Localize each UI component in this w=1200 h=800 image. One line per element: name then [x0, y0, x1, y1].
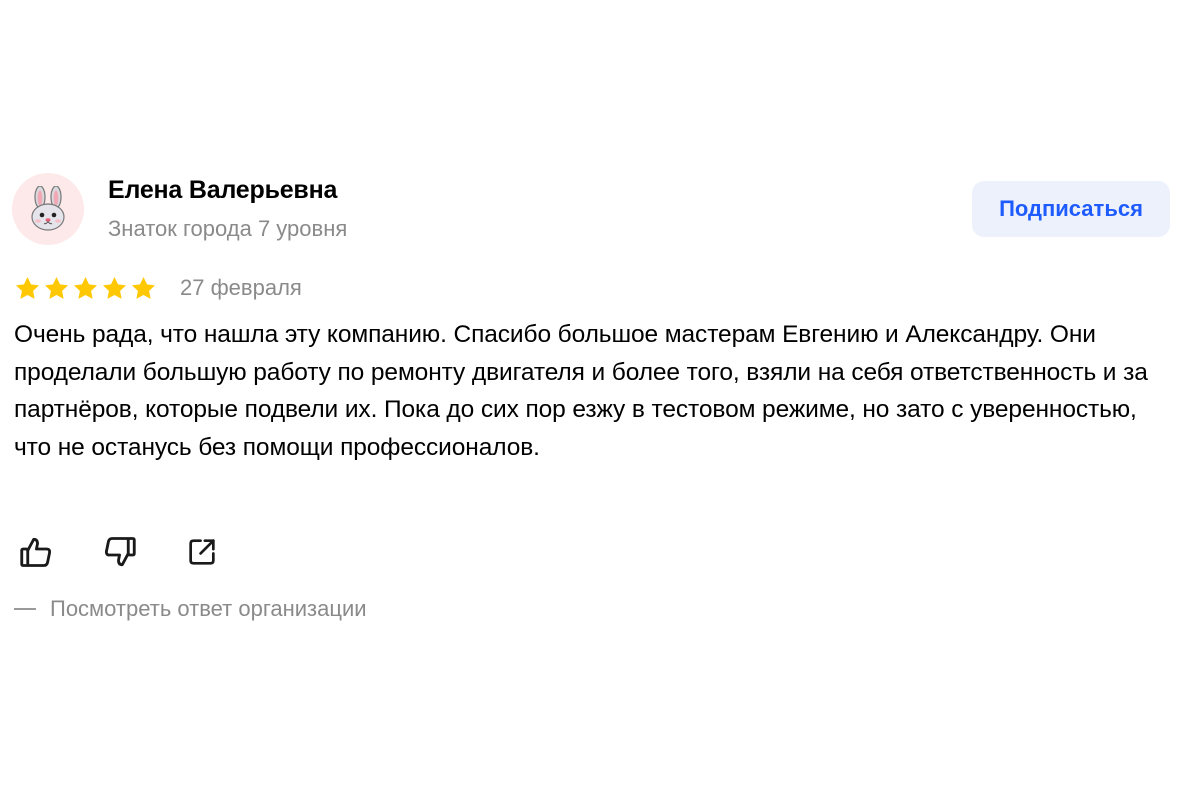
- thumbs-down-icon: [104, 537, 136, 567]
- review-date: 27 февраля: [180, 275, 302, 300]
- author-name[interactable]: Елена Валерьевна: [108, 176, 337, 205]
- star-rating: [14, 273, 157, 303]
- star-icon: [74, 276, 97, 299]
- dislike-button[interactable]: [98, 530, 142, 574]
- avatar[interactable]: [12, 173, 84, 245]
- subscribe-button[interactable]: Подписаться: [972, 181, 1170, 237]
- dash-divider: [14, 608, 36, 610]
- star-icon: [132, 276, 155, 299]
- star-icon: [16, 276, 39, 299]
- review-card: Елена Валерьевна Знаток города 7 уровня …: [0, 0, 1200, 800]
- author-level: Знаток города 7 уровня: [108, 216, 348, 241]
- share-icon: [189, 539, 215, 565]
- like-button[interactable]: [14, 530, 58, 574]
- org-reply-label: Посмотреть ответ организации: [50, 596, 367, 621]
- review-text: Очень рада, что нашла эту компанию. Спас…: [14, 321, 1148, 461]
- share-button[interactable]: [180, 530, 224, 574]
- thumbs-up-icon: [20, 537, 52, 567]
- star-icon: [103, 276, 126, 299]
- star-icon: [45, 276, 68, 299]
- bunny-face-icon: [31, 186, 65, 231]
- view-organization-reply-link[interactable]: Посмотреть ответ организации: [14, 596, 367, 622]
